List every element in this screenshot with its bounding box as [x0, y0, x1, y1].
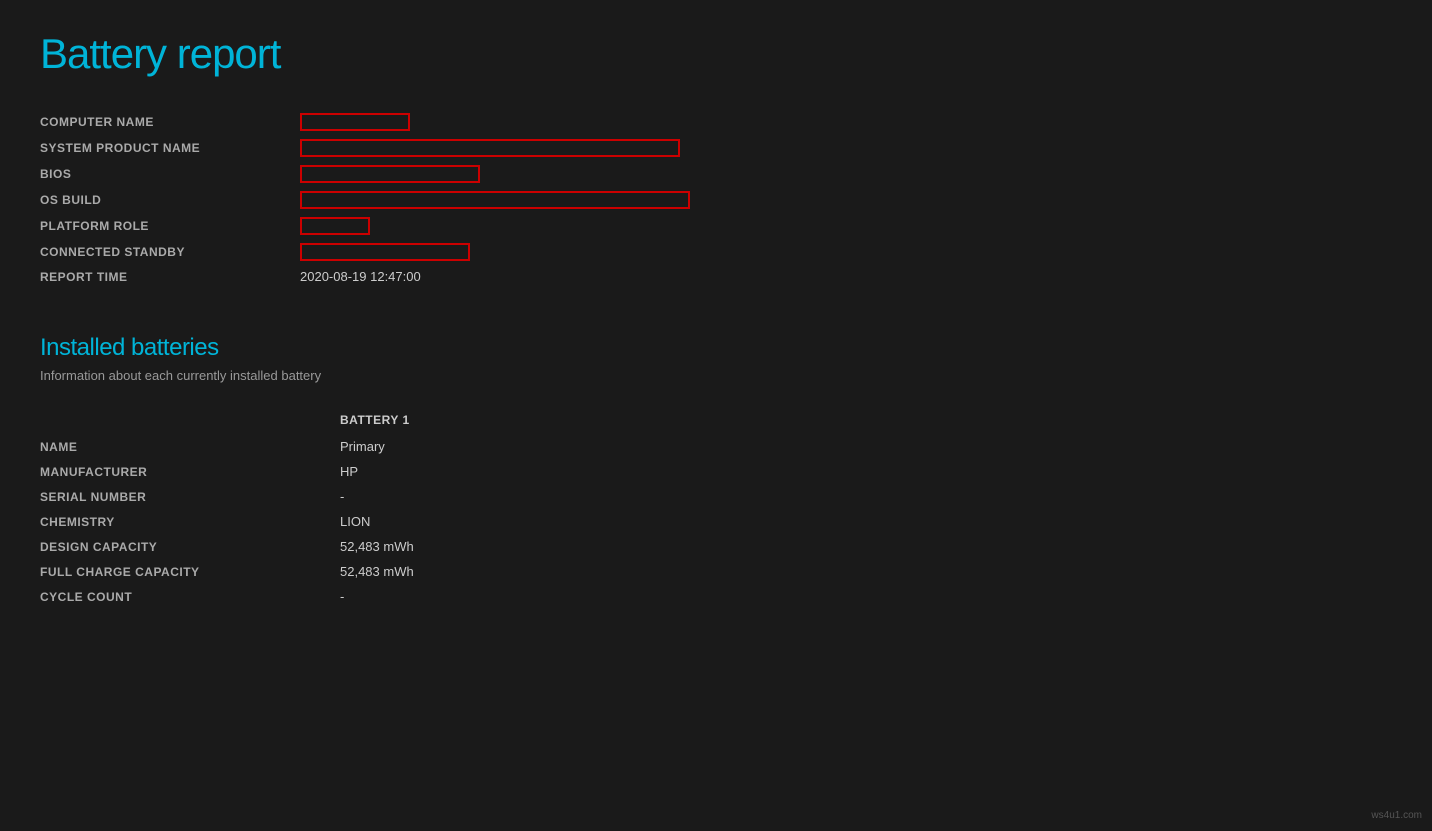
system-info-table: COMPUTER NAME SYSTEM PRODUCT NAME BIOS O…: [40, 113, 1392, 284]
battery-value-name: Primary: [340, 439, 385, 454]
label-report-time: REPORT TIME: [40, 270, 300, 284]
label-os-build: OS BUILD: [40, 193, 300, 207]
info-row-os-build: OS BUILD: [40, 191, 1392, 209]
info-row-computer-name: COMPUTER NAME: [40, 113, 1392, 131]
value-bios-redacted: [300, 165, 480, 183]
value-computer-name-redacted: [300, 113, 410, 131]
battery-value-design-capacity: 52,483 mWh: [340, 539, 414, 554]
battery-label-col-empty: [40, 413, 340, 427]
installed-batteries-section: Installed batteries Information about ea…: [40, 334, 1392, 604]
battery-row-design-capacity: DESIGN CAPACITY 52,483 mWh: [40, 539, 1392, 554]
battery-row-name: NAME Primary: [40, 439, 1392, 454]
watermark: ws4u1.com: [1371, 810, 1422, 821]
info-row-bios: BIOS: [40, 165, 1392, 183]
battery-row-serial-number: SERIAL NUMBER -: [40, 489, 1392, 504]
info-row-report-time: REPORT TIME 2020-08-19 12:47:00: [40, 269, 1392, 284]
info-row-connected-standby: CONNECTED STANDBY: [40, 243, 1392, 261]
battery-row-chemistry: CHEMISTRY LION: [40, 514, 1392, 529]
battery-label-serial-number: SERIAL NUMBER: [40, 490, 340, 504]
battery-value-cycle-count: -: [340, 589, 344, 604]
value-connected-standby-redacted: [300, 243, 470, 261]
value-os-build-redacted: [300, 191, 690, 209]
battery-value-serial-number: -: [340, 489, 344, 504]
battery-row-manufacturer: MANUFACTURER HP: [40, 464, 1392, 479]
value-system-product-name-redacted: [300, 139, 680, 157]
label-platform-role: PLATFORM ROLE: [40, 219, 300, 233]
value-platform-role-redacted: [300, 217, 370, 235]
battery-value-chemistry: LION: [340, 514, 370, 529]
label-bios: BIOS: [40, 167, 300, 181]
battery-label-full-charge: FULL CHARGE CAPACITY: [40, 565, 340, 579]
battery-label-cycle-count: CYCLE COUNT: [40, 590, 340, 604]
battery-label-design-capacity: DESIGN CAPACITY: [40, 540, 340, 554]
battery-label-name: NAME: [40, 440, 340, 454]
label-connected-standby: CONNECTED STANDBY: [40, 245, 300, 259]
battery-label-chemistry: CHEMISTRY: [40, 515, 340, 529]
battery-value-full-charge: 52,483 mWh: [340, 564, 414, 579]
info-row-system-product-name: SYSTEM PRODUCT NAME: [40, 139, 1392, 157]
battery-label-manufacturer: MANUFACTURER: [40, 465, 340, 479]
label-system-product-name: SYSTEM PRODUCT NAME: [40, 141, 300, 155]
battery-table: BATTERY 1 NAME Primary MANUFACTURER HP S…: [40, 413, 1392, 604]
battery-row-full-charge: FULL CHARGE CAPACITY 52,483 mWh: [40, 564, 1392, 579]
page-title: Battery report: [40, 30, 1392, 78]
value-report-time: 2020-08-19 12:47:00: [300, 269, 421, 284]
battery-col-header: BATTERY 1: [340, 413, 410, 427]
installed-batteries-title: Installed batteries: [40, 334, 1392, 362]
info-row-platform-role: PLATFORM ROLE: [40, 217, 1392, 235]
label-computer-name: COMPUTER NAME: [40, 115, 300, 129]
battery-header-row: BATTERY 1: [40, 413, 1392, 427]
battery-value-manufacturer: HP: [340, 464, 358, 479]
battery-row-cycle-count: CYCLE COUNT -: [40, 589, 1392, 604]
installed-batteries-subtitle: Information about each currently install…: [40, 368, 1392, 383]
